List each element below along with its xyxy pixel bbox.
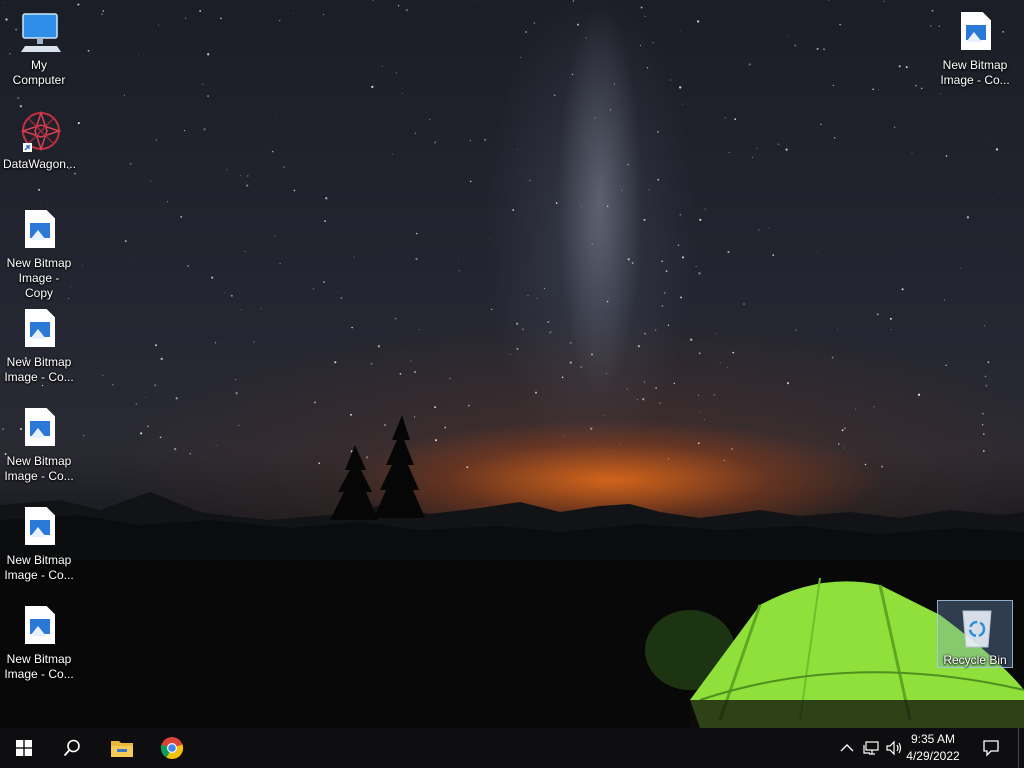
- folder-icon: [111, 741, 133, 757]
- datawagon-icon: [19, 109, 62, 153]
- desktop-icon-recycle-bin[interactable]: Recycle Bin: [937, 600, 1013, 668]
- file-explorer-button[interactable]: [98, 728, 146, 768]
- bitmap-file-icon: [19, 307, 59, 351]
- desktop-icon-label: New Bitmap Image - Co...: [4, 652, 74, 681]
- search-button[interactable]: [48, 728, 96, 768]
- network-button[interactable]: [862, 740, 880, 756]
- desktop-icon-label: New Bitmap Image - Copy: [6, 256, 72, 300]
- desktop-icon-bitmap-4[interactable]: New Bitmap Image - Co...: [1, 501, 77, 587]
- bitmap-file-icon: [19, 406, 59, 450]
- show-hidden-icons-button[interactable]: [838, 740, 856, 756]
- start-button[interactable]: [0, 728, 48, 768]
- desktop-icon-label: New Bitmap Image - Co...: [4, 454, 74, 483]
- desktop-icon-datawagon[interactable]: DataWagon...: [1, 105, 77, 179]
- action-center-button[interactable]: [982, 739, 1000, 757]
- bitmap-file-icon: [955, 10, 995, 54]
- taskbar: 9:35 AM 4/29/2022: [0, 728, 1024, 768]
- desktop-icon-bitmap-2[interactable]: New Bitmap Image - Co...: [1, 303, 77, 389]
- desktop-icon-label: New Bitmap Image - Co...: [940, 58, 1010, 87]
- desktop-icon-bitmap-1[interactable]: New Bitmap Image - Copy: [1, 204, 77, 300]
- desktop-icon-bitmap-6[interactable]: New Bitmap Image - Co...: [937, 6, 1013, 92]
- clock[interactable]: 9:35 AM 4/29/2022: [898, 731, 968, 765]
- chevron-up-icon: [840, 744, 854, 752]
- chrome-button[interactable]: [148, 728, 196, 768]
- windows-logo-icon: [16, 740, 32, 756]
- desktop-icon-label: New Bitmap Image - Co...: [4, 355, 74, 384]
- chrome-icon: [160, 737, 184, 760]
- bitmap-file-icon: [19, 505, 59, 549]
- desktop-icon-my-computer[interactable]: My Computer: [1, 6, 77, 87]
- desktop-wallpaper[interactable]: My Computer DataWagon... New Bitmap Imag…: [0, 0, 1024, 728]
- desktop-icon-label: New Bitmap Image - Co...: [4, 553, 74, 582]
- search-icon: [63, 739, 80, 757]
- bitmap-file-icon: [19, 208, 59, 252]
- clock-date: 4/29/2022: [906, 749, 960, 763]
- computer-icon: [19, 10, 61, 54]
- action-center-icon: [983, 740, 999, 757]
- desktop-icon-label: My Computer: [12, 58, 66, 87]
- desktop-icon-label: DataWagon...: [3, 157, 76, 171]
- network-icon: [863, 741, 879, 755]
- desktop-icon-label: Recycle Bin: [943, 653, 1007, 667]
- desktop-icon-bitmap-3[interactable]: New Bitmap Image - Co...: [1, 402, 77, 488]
- wallpaper-landscape: [0, 415, 1024, 728]
- show-desktop-button[interactable]: [1018, 728, 1024, 768]
- bitmap-file-icon: [19, 604, 59, 648]
- recycle-bin-icon: [955, 605, 995, 649]
- clock-time: 9:35 AM: [910, 732, 956, 746]
- desktop-icon-bitmap-5[interactable]: New Bitmap Image - Co...: [1, 600, 77, 686]
